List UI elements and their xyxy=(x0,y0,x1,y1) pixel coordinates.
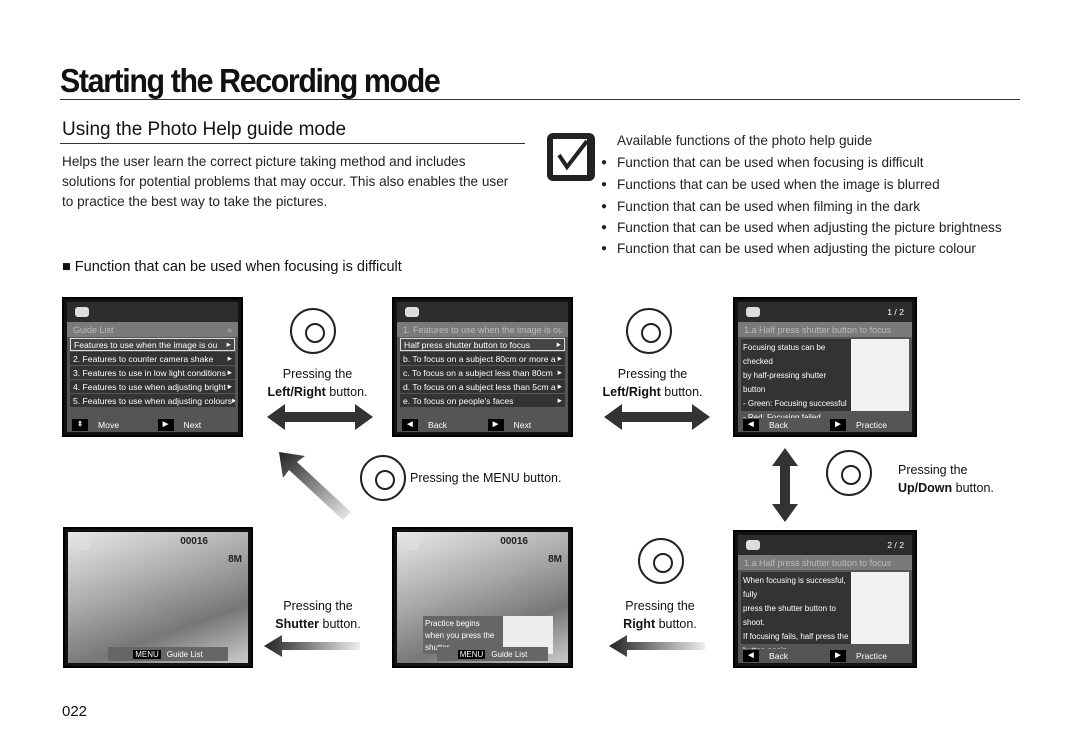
subsection-heading: ■ Function that can be used when focusin… xyxy=(62,259,402,275)
control-dial-icon xyxy=(290,308,336,354)
help-text: Focusing status can be checked by half-pr… xyxy=(741,339,851,422)
camera-icon xyxy=(405,307,419,317)
guide-list-bar: MENU Guide List xyxy=(437,647,548,661)
function-item: Function that can be used when filming i… xyxy=(601,196,1007,218)
back-hint: ◀ Back xyxy=(397,418,483,432)
page-indicator: 2 / 2 xyxy=(887,540,904,550)
image-size: 8M xyxy=(548,554,562,565)
list-item[interactable]: 2. Features to counter camera shake ▸ xyxy=(70,352,235,365)
up-down-caption: Pressing the Up/Down button. xyxy=(898,463,994,495)
back-hint: ◀ Back xyxy=(738,649,825,663)
shutter-caption: Pressing the Shutter button. xyxy=(275,599,361,631)
practice-screen: 00016 8M Practice begins when you press … xyxy=(392,527,573,668)
left-right-arrow-icon xyxy=(604,404,710,430)
menu-caption: Pressing the MENU button. xyxy=(410,471,562,485)
practice-hint: ▶ Practice xyxy=(825,649,912,663)
left-arrow-icon xyxy=(264,635,360,657)
list-item[interactable]: d. To focus on a subject less than 5cm a… xyxy=(400,380,565,393)
section-title: Using the Photo Help guide mode xyxy=(62,119,347,140)
function-item: Function that can be used when adjusting… xyxy=(601,218,1007,238)
list-item[interactable]: b. To focus on a subject 80cm or more a ▸ xyxy=(400,352,565,365)
title-divider xyxy=(60,99,1020,100)
camera-icon xyxy=(75,307,89,317)
camera-icon xyxy=(746,307,760,317)
list-item[interactable]: 5. Features to use when adjusting colour… xyxy=(70,394,235,407)
page-number: 022 xyxy=(62,703,88,720)
page-title: Starting the Recording mode xyxy=(60,62,441,99)
control-dial-icon xyxy=(626,308,672,354)
left-right-caption: Pressing the Left/Right button. xyxy=(267,367,368,399)
right-caption: Pressing the Right button. xyxy=(623,599,697,631)
screen-header: 1. Features to use when the image is ou xyxy=(403,324,562,335)
list-item[interactable]: Half press shutter button to focus ▸ xyxy=(400,338,565,351)
screen-header: 1.a Half press shutter button to focus xyxy=(744,557,892,568)
function-item: Function that can be used when focusing … xyxy=(601,152,1007,174)
back-hint: ◀ Back xyxy=(738,418,825,432)
list-item[interactable]: 4. Features to use when adjusting bright… xyxy=(70,380,235,393)
section-divider xyxy=(60,143,525,144)
function-item: Functions that can be used when the imag… xyxy=(601,174,1007,196)
shot-counter: 00016 xyxy=(500,536,528,547)
control-dial-icon xyxy=(360,455,406,501)
next-hint: ▶ Next xyxy=(153,418,239,432)
intro-text: Helps the user learn the correct picture… xyxy=(62,154,509,209)
functions-list: Available functions of the photo help gu… xyxy=(601,130,1007,260)
function-item: Function that can be used when adjusting… xyxy=(601,238,1007,260)
list-item[interactable]: c. To focus on a subject less than 80cm ▸ xyxy=(400,366,565,379)
shot-counter: 00016 xyxy=(180,536,208,547)
diagonal-arrow-icon xyxy=(279,452,351,520)
page-indicator: 1 / 2 xyxy=(887,307,904,317)
photo-screen: 00016 8M MENU Guide List xyxy=(63,527,253,668)
list-item[interactable]: Features to use when the image is ou ▸ xyxy=(70,338,235,351)
list-item[interactable]: e. To focus on people's faces ▸ xyxy=(400,394,565,407)
left-arrow-icon xyxy=(609,635,705,657)
screen-header: Guide List xyxy=(73,324,114,335)
image-size: 8M xyxy=(228,554,242,565)
help-screen-1: 1 / 2 1.a Half press shutter button to f… xyxy=(733,297,917,437)
help-screen-2: 2 / 2 1.a Half press shutter button to f… xyxy=(733,530,917,668)
list-item[interactable]: 3. Features to use in low light conditio… xyxy=(70,366,235,379)
functions-heading: Available functions of the photo help gu… xyxy=(617,133,873,148)
left-right-caption: Pressing the Left/Right button. xyxy=(602,367,703,399)
note-icon xyxy=(547,133,595,181)
shutter-illustration xyxy=(851,572,909,644)
move-hint: ⇕ Move xyxy=(67,418,153,432)
guide-list-bar: MENU Guide List xyxy=(108,647,228,661)
left-right-arrow-icon xyxy=(267,404,373,430)
practice-hint: ▶ Practice xyxy=(825,418,912,432)
shutter-illustration xyxy=(851,339,909,411)
control-dial-icon xyxy=(826,450,872,496)
double-chevron-right-icon: » xyxy=(226,324,232,335)
next-hint: ▶ Next xyxy=(483,418,569,432)
camera-icon xyxy=(76,540,90,550)
feature-screen: 1. Features to use when the image is ou … xyxy=(392,297,573,437)
up-down-arrow-icon xyxy=(772,448,798,522)
camera-icon xyxy=(746,540,760,550)
screen-header: 1.a Half press shutter button to focus xyxy=(744,324,892,335)
help-text: When focusing is successful, fully press … xyxy=(741,572,851,655)
control-dial-icon xyxy=(638,538,684,584)
camera-icon xyxy=(405,540,419,550)
guide-list-screen: Guide List » Features to use when the ima… xyxy=(62,297,243,437)
